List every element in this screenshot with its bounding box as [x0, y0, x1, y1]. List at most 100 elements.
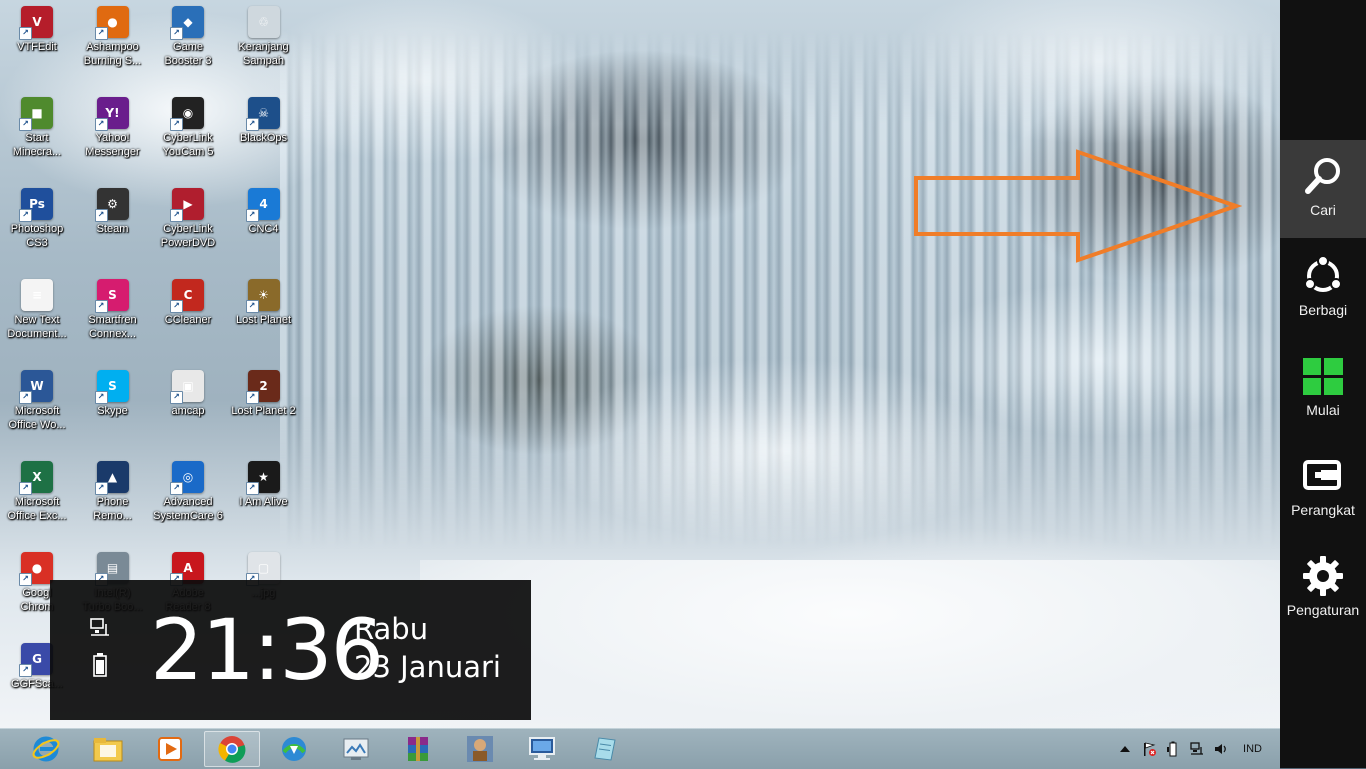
- shortcut-arrow-icon: ↗: [245, 209, 259, 222]
- charm-settings[interactable]: Pengaturan: [1280, 540, 1366, 638]
- desktop-icon[interactable]: ⚙ ↗ Steam: [76, 182, 150, 270]
- desktop-icon-image: ◎ ↗: [170, 461, 204, 495]
- desktop-icon-image: ● ↗: [94, 6, 129, 40]
- file-explorer-icon: [93, 738, 123, 762]
- date-time-overlay: 21:36 Rabu 23 Januari: [50, 580, 531, 720]
- shortcut-arrow-icon: ↗: [94, 391, 108, 404]
- desktop-icon-label: Lost Planet: [235, 314, 292, 326]
- download-manager-icon: [282, 737, 306, 761]
- desktop-icon-label: Microsoft Office Exc...: [7, 496, 67, 522]
- shortcut-arrow-icon: ↗: [19, 27, 32, 40]
- desktop-icon[interactable]: Ps ↗ Photoshop CS3: [0, 182, 74, 270]
- input-language-indicator[interactable]: IND: [1243, 743, 1262, 755]
- desktop-icon-image: 4 ↗: [245, 188, 280, 222]
- taskbar-internet-explorer[interactable]: [18, 731, 74, 767]
- shortcut-arrow-icon: ↗: [19, 118, 32, 131]
- desktop-icon[interactable]: ◉ ↗ CyberLink YouCam 5: [151, 91, 225, 179]
- desktop-icon[interactable]: C ↗ CCleaner: [151, 273, 225, 361]
- settings-gear-icon: [1303, 556, 1343, 596]
- desktop-icon[interactable]: ♲ Keranjang Sampah: [227, 0, 301, 88]
- desktop-icon[interactable]: X ↗ Microsoft Office Exc...: [0, 455, 74, 543]
- desktop-icon[interactable]: ☠ ↗ BlackOps: [227, 91, 301, 179]
- charm-start[interactable]: Mulai: [1280, 340, 1366, 438]
- remote-desktop-icon: [529, 737, 555, 760]
- game-character-icon: [467, 736, 493, 762]
- charm-devices[interactable]: Perangkat: [1280, 440, 1366, 538]
- internet-explorer-icon: [32, 736, 60, 762]
- desktop-icon-label: CyberLink PowerDVD: [160, 223, 216, 249]
- desktop-icon[interactable]: ◎ ↗ Advanced SystemCare 6: [151, 455, 225, 543]
- desktop-icon-label: Game Booster 3: [164, 41, 212, 67]
- desktop-icon-label: Smartfren Connex...: [88, 314, 137, 340]
- desktop-icon-label: Photoshop CS3: [10, 223, 64, 249]
- desktop-icon[interactable]: ★ ↗ I Am Alive: [227, 455, 301, 543]
- shortcut-arrow-icon: ↗: [19, 209, 32, 222]
- charm-devices-label: Perangkat: [1291, 502, 1355, 518]
- desktop-icon[interactable]: ≡ New Text Document...: [0, 273, 74, 361]
- shortcut-arrow-icon: ↗: [19, 391, 32, 404]
- desktop-icon-image: ≡: [21, 279, 53, 311]
- overlay-time: 21:36: [150, 601, 384, 699]
- desktop-icon-image: ▲ ↗: [94, 461, 129, 495]
- power-battery-icon[interactable]: [1165, 741, 1181, 757]
- desktop-icon-label: Advanced SystemCare 6: [153, 496, 223, 522]
- taskbar-game[interactable]: [452, 731, 508, 767]
- desktop-icon-image: ■ ↗: [19, 97, 53, 131]
- desktop-icon[interactable]: 4 ↗ CNC4: [227, 182, 301, 270]
- wallpaper-icicles: [280, 30, 1280, 550]
- taskbar-screenshot-tool[interactable]: [328, 731, 384, 767]
- taskbar-download-manager[interactable]: [266, 731, 322, 767]
- desktop-icon-label: Keranjang Sampah: [238, 41, 289, 67]
- taskbar-file-explorer[interactable]: [80, 731, 136, 767]
- desktop-icon-image: V ↗: [19, 6, 53, 40]
- overlay-status-icons: [88, 616, 112, 684]
- shortcut-arrow-icon: ↗: [170, 391, 183, 404]
- desktop-icon-label: BlackOps: [239, 132, 288, 144]
- desktop-icon[interactable]: 2 ↗ Lost Planet 2: [227, 364, 301, 452]
- desktop-icon[interactable]: ● ↗ Ashampoo Burning S...: [76, 0, 150, 88]
- taskbar-notes[interactable]: [576, 731, 632, 767]
- desktop-icon[interactable]: Y! ↗ Yahoo! Messenger: [76, 91, 150, 179]
- volume-icon[interactable]: [1213, 741, 1229, 757]
- shortcut-arrow-icon: ↗: [94, 118, 108, 131]
- devices-icon: [1303, 460, 1341, 490]
- network-icon[interactable]: [1189, 741, 1205, 757]
- desktop-icon[interactable]: S ↗ Skype: [76, 364, 150, 452]
- desktop-icon[interactable]: ▶ ↗ CyberLink PowerDVD: [151, 182, 225, 270]
- shortcut-arrow-icon: ↗: [245, 482, 259, 495]
- charm-search[interactable]: Cari: [1280, 140, 1366, 238]
- desktop-icon-image: Y! ↗: [94, 97, 129, 131]
- action-center-flag-icon[interactable]: [1141, 741, 1157, 757]
- taskbar-chrome[interactable]: [204, 731, 260, 767]
- charm-share-label: Berbagi: [1298, 302, 1348, 318]
- taskbar-winrar[interactable]: [390, 731, 446, 767]
- desktop-icon-image: ▶ ↗: [170, 188, 204, 222]
- desktop-icon-label: CyberLink YouCam 5: [162, 132, 214, 158]
- taskbar-remote-desktop[interactable]: [514, 731, 570, 767]
- overlay-date: 23 Januari: [354, 650, 501, 684]
- desktop-icon-label: VTFEdit: [17, 41, 57, 53]
- desktop-icon[interactable]: V ↗ VTFEdit: [0, 0, 74, 88]
- windows-logo-icon: [1303, 358, 1343, 395]
- charm-settings-label: Pengaturan: [1286, 602, 1360, 618]
- desktop-icon[interactable]: W ↗ Microsoft Office Wo...: [0, 364, 74, 452]
- desktop-icon-label: Ashampoo Burning S...: [83, 41, 142, 67]
- desktop-icon[interactable]: ☀ ↗ Lost Planet: [227, 273, 301, 361]
- orange-arrow-annotation: [914, 149, 1242, 263]
- desktop-icon-image: W ↗: [19, 370, 53, 404]
- desktop-icon-image: ★ ↗: [245, 461, 280, 495]
- desktop-icon[interactable]: S ↗ Smartfren Connex...: [76, 273, 150, 361]
- desktop-icon-image: C ↗: [170, 279, 204, 313]
- desktop-icon[interactable]: ▲ ↗ Phone Remo...: [76, 455, 150, 543]
- desktop-icon[interactable]: ■ ↗ Start Minecra...: [0, 91, 74, 179]
- screenshot-tool-icon: [343, 738, 369, 760]
- desktop-icon[interactable]: ▣ ↗ amcap: [151, 364, 225, 452]
- charm-share[interactable]: Berbagi: [1280, 240, 1366, 338]
- desktop-icon[interactable]: ◆ ↗ Game Booster 3: [151, 0, 225, 88]
- desktop-icon-image: ☀ ↗: [245, 279, 280, 313]
- shortcut-arrow-icon: ↗: [170, 300, 183, 313]
- desktop-icon-label: Microsoft Office Wo...: [8, 405, 66, 431]
- taskbar-media-player[interactable]: [142, 731, 198, 767]
- shortcut-arrow-icon: ↗: [170, 27, 183, 40]
- show-hidden-icons-icon[interactable]: [1117, 741, 1133, 757]
